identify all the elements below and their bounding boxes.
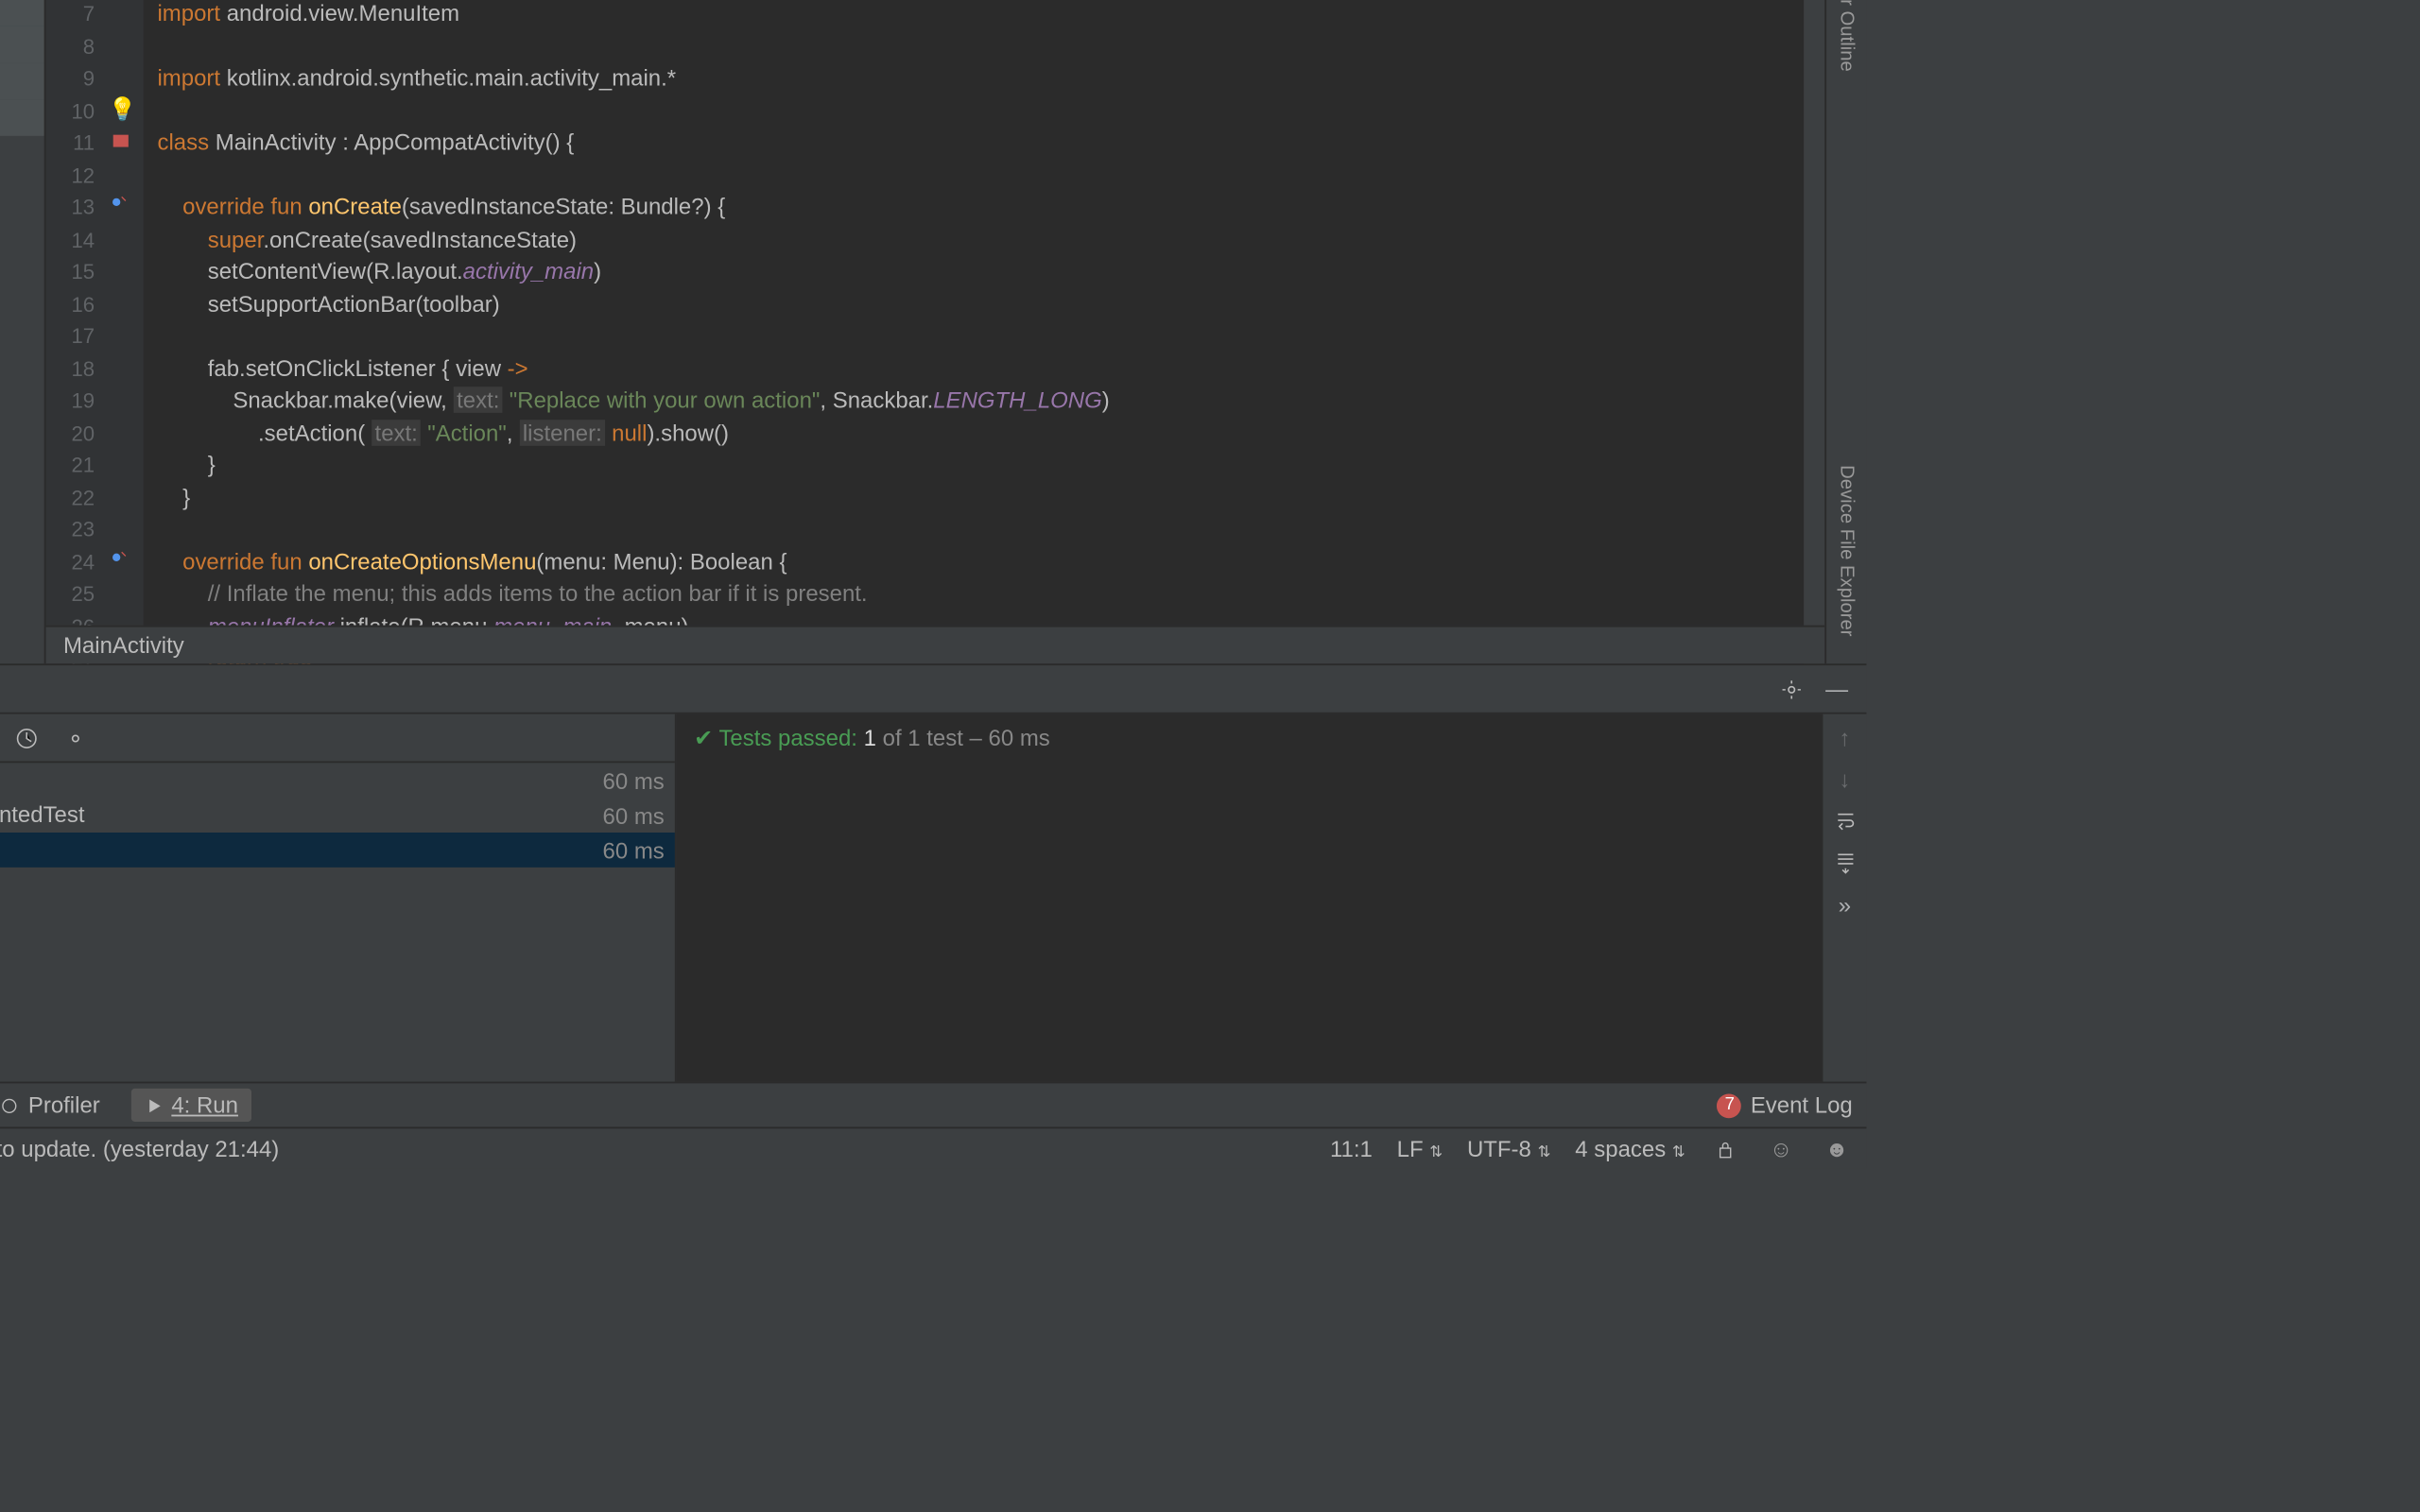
project-panel: Android ▼ — ▼app ▶manifests ▼java ▼red.t… (0, 0, 46, 663)
tab-profiler[interactable]: Profiler (0, 1092, 100, 1119)
project-tree[interactable]: ▼app ▶manifests ▼java ▼red.torch.myappli… (0, 0, 44, 663)
scroll-up-icon[interactable]: ↑ (1829, 721, 1860, 752)
more-icon[interactable]: » (1829, 888, 1860, 919)
right-tool-rail: Gradle Flutter Outline Device File Explo… (1824, 0, 1866, 663)
test-class-row[interactable]: ▼ ✔ red.torch.myapplication.ExampleInstr… (0, 798, 675, 833)
bottom-tool-tabs: TODO Terminal Build 6: Logcat Profiler 4… (0, 1082, 1866, 1127)
rail-flutter-outline[interactable]: Flutter Outline (1836, 0, 1857, 82)
status-indent[interactable]: 4 spaces ⇅ (1575, 1136, 1685, 1162)
test-output[interactable]: ✔ Tests passed: 1 of 1 test – 60 ms (677, 714, 1822, 1082)
tab-event-log[interactable]: 7 Event Log (1718, 1092, 1853, 1119)
gear-icon[interactable] (1776, 673, 1807, 704)
scroll-end-icon[interactable] (1829, 847, 1860, 878)
status-encoding[interactable]: UTF-8 ⇅ (1467, 1136, 1550, 1162)
gutter-icon[interactable] (109, 128, 136, 155)
profiler-icon (0, 1094, 20, 1115)
editor-breadcrumb[interactable]: MainActivity (46, 626, 1825, 664)
status-bar: IDE and Plugin Updates: Android Studio i… (0, 1126, 1866, 1168)
tree-res-gen[interactable]: res (generated) (0, 209, 44, 246)
tree-res[interactable]: ▶res (0, 173, 44, 210)
tree-pkg3[interactable]: ▼red.torch.myapplication (test) (0, 62, 44, 99)
softwrap-icon[interactable] (1829, 805, 1860, 836)
tab-run[interactable]: 4: Run (131, 1089, 252, 1122)
status-line-ending[interactable]: LF ⇅ (1397, 1136, 1443, 1162)
run-tool-window: Run: Tests in 'red.torch.myapplication' … (0, 663, 1866, 1081)
event-log-badge-icon: 7 (1718, 1093, 1742, 1118)
inspector-icon[interactable]: ☺ (1766, 1133, 1797, 1164)
gutter-icon[interactable] (109, 192, 136, 219)
test-tree: a ↑ ↓ ▼ ✔ Test Results 60 ms (0, 714, 677, 1082)
code-content[interactable]: package red.torch.myapplication import a… (144, 0, 1804, 663)
gutter-icon[interactable] (109, 546, 136, 574)
tree-pkg2[interactable]: ▼red.torch.myapplication (androidTest) (0, 0, 44, 26)
status-msg[interactable]: IDE and Plugin Updates: Android Studio i… (0, 1136, 279, 1162)
code-editor[interactable]: 1234567891011121314151617181920212223242… (46, 0, 1825, 663)
tree-gradle-scripts[interactable]: ▶Gradle Scripts (0, 246, 44, 283)
status-position[interactable]: 11:1 (1330, 1136, 1373, 1162)
test-method-row[interactable]: ✔ useAppContext 60 ms (0, 833, 675, 868)
run-right-toolbar: ↑ ↓ » (1822, 714, 1867, 1082)
editor-area: KExampleInstrumentedTest.kt× KMainActivi… (46, 0, 1825, 663)
lock-icon[interactable] (1710, 1133, 1741, 1164)
history-icon[interactable] (11, 722, 43, 753)
rail-device-explorer[interactable]: Device File Explorer (1836, 454, 1857, 646)
tree-java-gen[interactable]: ▶java (generated) (0, 136, 44, 173)
test-results-root[interactable]: ▼ ✔ Test Results 60 ms (0, 763, 675, 798)
scroll-dn-icon[interactable]: ↓ (1829, 763, 1860, 794)
editor-gutter[interactable]: 1234567891011121314151617181920212223242… (46, 0, 144, 663)
hat-icon[interactable]: ☻ (1822, 1133, 1853, 1164)
gutter-icon[interactable]: 💡 (109, 94, 136, 122)
run-tab-icon (146, 1096, 163, 1113)
gear-icon[interactable] (60, 722, 91, 753)
tree-example-unit[interactable]: CExampleUnitTest (0, 99, 44, 136)
tree-example-instrumented[interactable]: CExampleInstrumentedTest (0, 26, 44, 63)
hide-panel-icon[interactable]: — (1822, 673, 1853, 704)
editor-error-stripe[interactable] (1804, 0, 1824, 663)
